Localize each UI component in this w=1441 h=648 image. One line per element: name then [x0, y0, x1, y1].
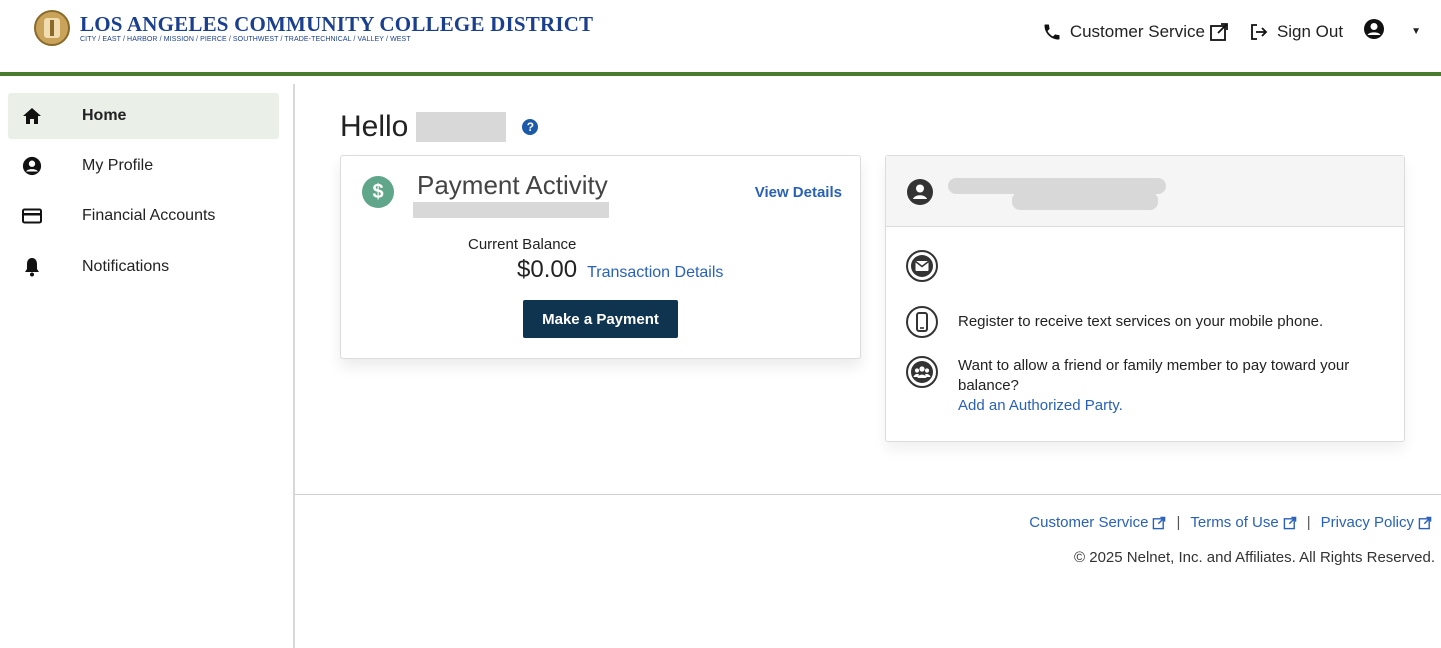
customer-service-label: Customer Service	[1069, 21, 1205, 41]
sidebar-item-label: My Profile	[82, 157, 154, 174]
footer-links: Customer Service | Terms of Use | Privac…	[1029, 514, 1432, 531]
greeting-text: Hello	[340, 110, 409, 143]
footer-terms-label: Terms of Use	[1190, 514, 1279, 531]
college-seal-icon	[34, 10, 70, 46]
redacted-user-name	[416, 112, 507, 142]
sidebar-nav: Home My Profile Financial Accounts Notif…	[0, 84, 293, 648]
make-payment-button[interactable]: Make a Payment	[523, 300, 678, 338]
college-logo[interactable]: LOS ANGELES COMMUNITY COLLEGE DISTRICT C…	[34, 10, 593, 46]
profile-card: Register to receive text services on you…	[885, 155, 1405, 442]
redacted-account-info	[413, 202, 609, 218]
sidebar-item-home[interactable]: Home	[8, 93, 279, 139]
group-icon	[906, 356, 938, 388]
footer-customer-service-label: Customer Service	[1029, 514, 1149, 531]
customer-service-link[interactable]: Customer Service	[1042, 22, 1229, 42]
logo-title: LOS ANGELES COMMUNITY COLLEGE DISTRICT	[80, 11, 594, 36]
footer-separator: |	[1176, 514, 1181, 531]
header-divider	[0, 72, 1441, 76]
user-avatar-icon[interactable]	[1363, 18, 1385, 45]
transaction-details-link[interactable]: Transaction Details	[587, 264, 723, 282]
footer-terms-link[interactable]: Terms of Use	[1190, 514, 1297, 531]
credit-card-icon	[20, 204, 44, 228]
sidebar-item-financial-accounts[interactable]: Financial Accounts	[8, 193, 279, 239]
external-link-icon	[1209, 22, 1229, 42]
authorized-party-row: Want to allow a friend or family member …	[906, 356, 1388, 416]
sign-out-link[interactable]: Sign Out	[1249, 22, 1343, 42]
footer-privacy-label: Privacy Policy	[1320, 514, 1414, 531]
user-circle-icon	[20, 154, 44, 178]
footer-privacy-link[interactable]: Privacy Policy	[1321, 514, 1432, 531]
mobile-phone-icon	[906, 306, 938, 338]
top-header: LOS ANGELES COMMUNITY COLLEGE DISTRICT C…	[0, 0, 1441, 72]
current-balance-amount: $0.00	[517, 256, 578, 283]
sign-out-icon	[1249, 22, 1269, 42]
sidebar-item-label: Notifications	[82, 258, 170, 275]
home-icon	[20, 104, 44, 128]
logo-subtitle: CITY / EAST / HARBOR / MISSION / PIERCE …	[80, 35, 411, 43]
mobile-row: Register to receive text services on you…	[906, 306, 1323, 338]
user-menu-caret-icon[interactable]: ▼	[1411, 26, 1421, 37]
greeting: Hello ?	[340, 110, 539, 144]
footer-separator: |	[1306, 514, 1311, 531]
payment-activity-title: Payment Activity	[417, 170, 608, 200]
footer-divider	[295, 494, 1441, 495]
sidebar-item-my-profile[interactable]: My Profile	[8, 143, 279, 189]
footer-customer-service-link[interactable]: Customer Service	[1029, 514, 1166, 531]
add-authorized-party-link[interactable]: Add an Authorized Party.	[958, 397, 1123, 414]
dollar-icon: $	[362, 176, 394, 208]
sign-out-label: Sign Out	[1276, 21, 1344, 41]
help-icon[interactable]: ?	[522, 119, 539, 135]
redacted-profile-detail	[1012, 192, 1158, 210]
external-link-icon	[1283, 516, 1297, 529]
external-link-icon	[1153, 516, 1166, 529]
profile-avatar-icon	[906, 178, 934, 211]
payment-activity-card: $ Payment Activity View Details Current …	[340, 155, 861, 359]
view-details-link[interactable]: View Details	[755, 184, 842, 201]
bell-icon	[20, 255, 44, 279]
phone-icon	[1042, 22, 1062, 42]
sidebar-divider	[293, 84, 295, 648]
email-icon	[906, 250, 938, 282]
profile-card-header	[886, 156, 1404, 227]
email-row	[906, 250, 938, 282]
external-link-icon	[1418, 516, 1432, 529]
sidebar-item-label: Financial Accounts	[82, 207, 216, 224]
sidebar-item-label: Home	[82, 107, 127, 124]
register-text-services-link[interactable]: Register to receive text services on you…	[958, 312, 1323, 332]
authorized-party-prompt: Want to allow a friend or family member …	[958, 357, 1350, 394]
copyright-text: © 2025 Nelnet, Inc. and Affiliates. All …	[1074, 549, 1435, 566]
current-balance-label: Current Balance	[468, 236, 577, 253]
sidebar-item-notifications[interactable]: Notifications	[8, 244, 279, 290]
